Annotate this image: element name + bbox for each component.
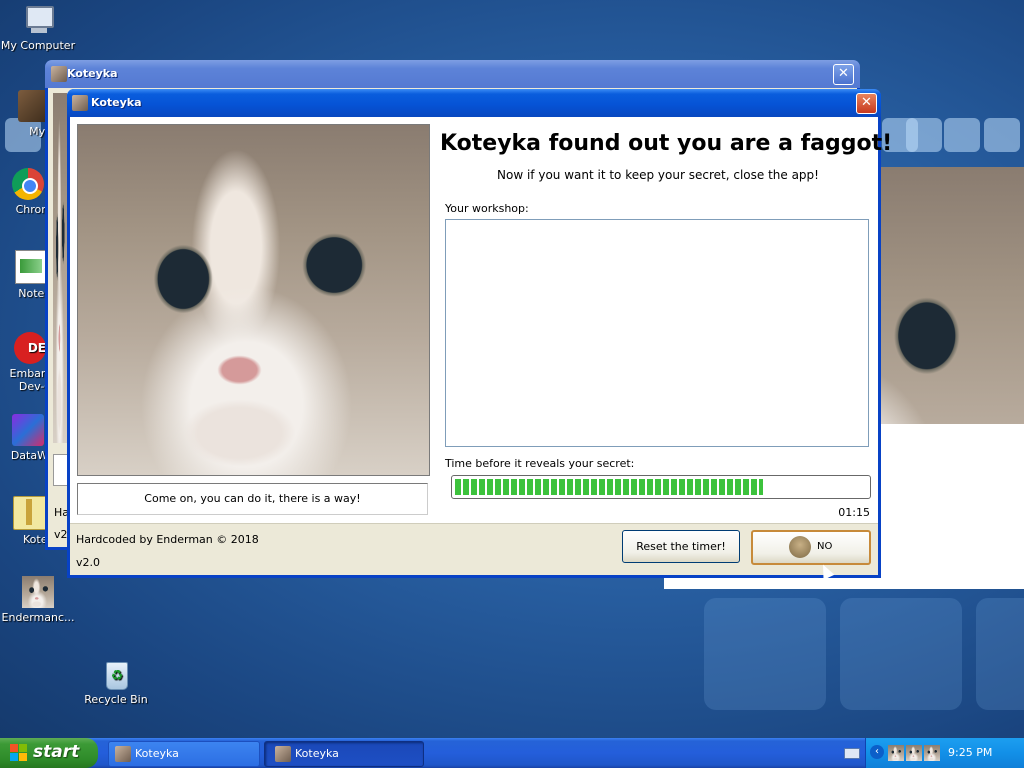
- reset-timer-label: Reset the timer!: [636, 540, 726, 553]
- hint-text: Come on, you can do it, there is a way!: [144, 492, 361, 505]
- timer-progress-fill: [455, 479, 763, 495]
- close-icon[interactable]: ✕: [856, 93, 877, 114]
- wallpaper-tile: [906, 118, 942, 152]
- koteyka-app-icon: [115, 746, 131, 762]
- main-window-titlebar[interactable]: Koteyka ✕: [67, 89, 881, 117]
- timer-label: Time before it reveals your secret:: [445, 457, 635, 470]
- taskbar: start Koteyka Koteyka ‹ 9:25 PM: [0, 738, 1024, 768]
- chevron-left-icon[interactable]: ‹: [870, 745, 884, 759]
- taskbar-task-koteyka-2[interactable]: Koteyka: [264, 741, 424, 767]
- desktop-icon-my-computer[interactable]: My Computer: [0, 4, 76, 52]
- system-tray: ‹ 9:25 PM: [844, 738, 1024, 768]
- reset-timer-button[interactable]: Reset the timer!: [622, 530, 740, 563]
- koteyka-app-icon: [275, 746, 291, 762]
- recycle-bin-icon: ♻: [100, 658, 132, 690]
- wallpaper-tile: [944, 118, 980, 152]
- timer-progress-bar: [451, 475, 871, 499]
- keyboard-icon[interactable]: [844, 748, 860, 759]
- subtitle: Now if you want it to keep your secret, …: [497, 168, 819, 182]
- close-icon[interactable]: ✕: [833, 64, 854, 85]
- back-window-partial-version: v2: [54, 528, 68, 541]
- hint-box: Come on, you can do it, there is a way!: [77, 483, 428, 515]
- tray-cat-icon[interactable]: [924, 745, 940, 761]
- credits-text: Hardcoded by Enderman © 2018: [76, 533, 259, 546]
- koteyka-icon: [13, 496, 47, 530]
- taskbar-task-koteyka-1[interactable]: Koteyka: [108, 741, 260, 767]
- footer-panel: Hardcoded by Enderman © 2018 v2.0 Reset …: [70, 523, 878, 580]
- chrome-icon: [12, 168, 44, 200]
- koteyka-app-icon: [51, 66, 67, 82]
- back-window-titlebar[interactable]: Koteyka ✕: [45, 60, 860, 88]
- desktop-icon-endermanch[interactable]: Endermanc...: [0, 576, 76, 624]
- start-button[interactable]: start: [0, 738, 98, 768]
- page-title: Koteyka found out you are a faggot!: [440, 131, 893, 156]
- main-window-client: Come on, you can do it, there is a way! …: [70, 117, 893, 580]
- no-button-label: NO: [817, 541, 833, 552]
- wallpaper-tile: [976, 598, 1024, 710]
- cat-photo: [77, 124, 430, 476]
- tray-cat-icon[interactable]: [888, 745, 904, 761]
- no-button[interactable]: NO: [751, 530, 871, 565]
- devcpp-icon: DE: [14, 332, 46, 364]
- main-window[interactable]: Koteyka ✕ Come on, you can do it, there …: [67, 89, 893, 580]
- version-text: v2.0: [76, 556, 101, 569]
- wallpaper-tile: [704, 598, 826, 710]
- notepad-icon: [15, 250, 49, 284]
- taskbar-task-label: Koteyka: [295, 747, 339, 760]
- taskbar-task-label: Koteyka: [135, 747, 179, 760]
- workshop-label: Your workshop:: [445, 202, 529, 215]
- workshop-textarea[interactable]: [445, 219, 869, 447]
- wallpaper-tile: [840, 598, 962, 710]
- back-window-cat-image: [53, 93, 67, 443]
- timer-value: 01:15: [838, 506, 870, 519]
- koteyka-app-icon: [72, 95, 88, 111]
- tray-cat-icon[interactable]: [906, 745, 922, 761]
- desktop-icon-recycle-bin[interactable]: ♻ Recycle Bin: [78, 658, 154, 706]
- my-computer-icon: [22, 4, 54, 36]
- start-label: start: [33, 742, 80, 762]
- clock[interactable]: 9:25 PM: [948, 746, 992, 759]
- wallpaper-tile: [984, 118, 1020, 152]
- datawatch-icon: [12, 414, 44, 446]
- windows-logo-icon: [10, 744, 28, 762]
- cat-photo-icon: [22, 576, 54, 608]
- desktop: My Computer MyPa Chrom Notepa DE Embarca…: [0, 0, 1024, 738]
- baldi-face-icon: [789, 536, 811, 558]
